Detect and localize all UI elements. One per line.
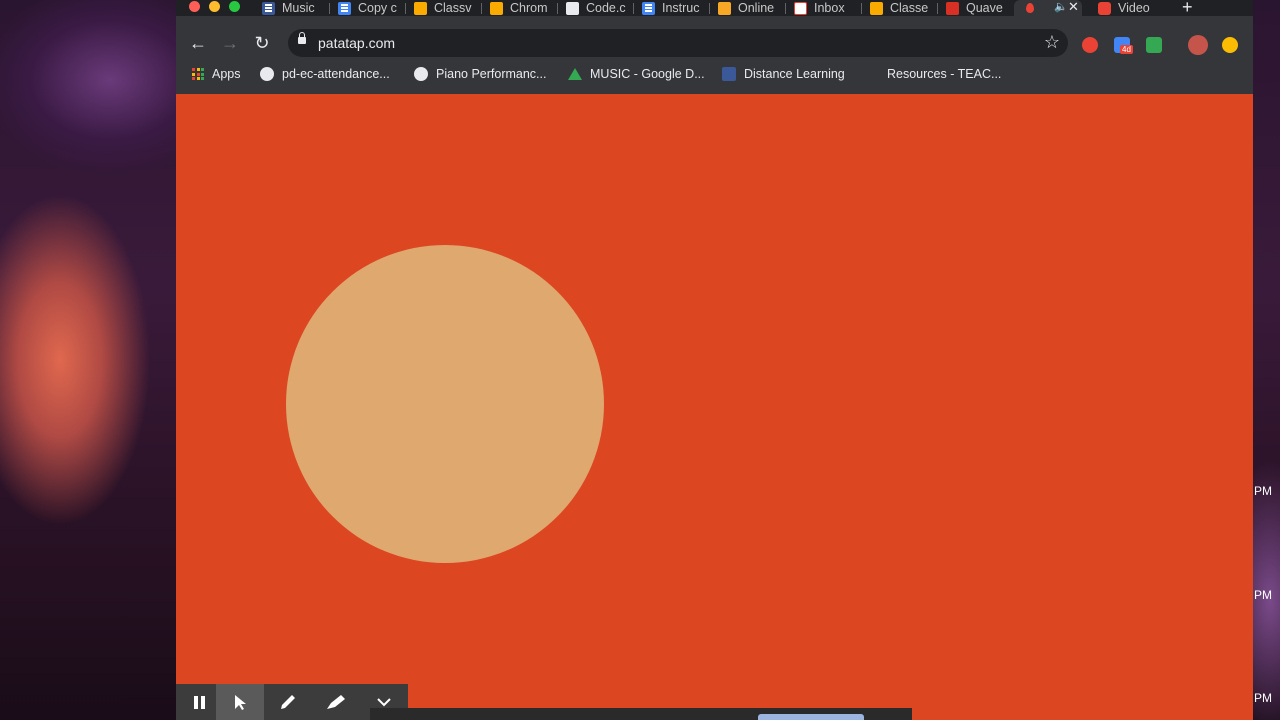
minimize-window-button[interactable] — [209, 1, 220, 12]
tab-label: Classv — [434, 1, 472, 15]
apps-grid-icon — [192, 68, 204, 80]
tab-chrome-music[interactable]: Chrom — [490, 0, 552, 16]
code-org-icon — [566, 1, 579, 15]
google-extension-icon[interactable] — [1146, 37, 1162, 53]
bookmark-label: Piano Performanc... — [436, 67, 547, 81]
extension-badge: 4d — [1120, 45, 1133, 54]
active-tab-favicon-icon — [1026, 3, 1034, 13]
tab-music[interactable]: Music — [262, 0, 324, 16]
docs-icon — [338, 1, 351, 15]
screencast-status-strip — [370, 708, 912, 720]
globe-icon — [260, 67, 274, 81]
update-icon[interactable] — [1222, 37, 1238, 53]
close-tab-icon[interactable]: ✕ — [1068, 0, 1079, 15]
classroom-icon — [414, 1, 427, 15]
pen-icon[interactable] — [264, 684, 312, 720]
tab-copy[interactable]: Copy c — [338, 0, 400, 16]
tab-label: Copy c — [358, 1, 397, 15]
calendar-extension-icon[interactable]: 4d — [1114, 37, 1133, 54]
tab-code[interactable]: Code.c — [566, 0, 628, 16]
pointer-icon[interactable] — [216, 684, 264, 720]
tab-label: Chrom — [510, 1, 548, 15]
gmail-icon — [794, 1, 807, 15]
bookmark-music-google-drive[interactable]: MUSIC - Google D... — [568, 67, 705, 81]
tab-instructions[interactable]: Instruc — [642, 0, 704, 16]
close-window-button[interactable] — [189, 1, 200, 12]
tab-classroom[interactable]: Classv — [414, 0, 476, 16]
bookmark-apps[interactable]: Apps — [192, 67, 241, 81]
tab-label: Code.c — [586, 1, 626, 15]
tab-label: Instruc — [662, 1, 700, 15]
tab-inbox[interactable]: Inbox — [794, 0, 856, 16]
tab-label: Video — [1118, 1, 1150, 15]
forward-arrow-icon[interactable]: → — [220, 33, 240, 53]
bookmarks-bar: Apps pd-ec-attendance... Piano Performan… — [176, 64, 1253, 86]
online-icon — [718, 1, 731, 15]
tab-label: Online — [738, 1, 775, 15]
bookmark-resources-teach[interactable]: Resources - TEAC... — [865, 67, 1001, 81]
globe-icon — [414, 67, 428, 81]
browser-window: Music Copy c Classv Chrom Code.c Instruc — [176, 0, 1253, 720]
url-text[interactable]: patatap.com — [318, 35, 395, 51]
bookmark-distance-learning[interactable]: Distance Learning — [722, 67, 845, 81]
chrome-music-lab-icon — [490, 1, 503, 15]
bookmark-label: Distance Learning — [744, 67, 845, 81]
blank-page-icon — [865, 67, 879, 81]
tab-strip: Music Copy c Classv Chrom Code.c Instruc — [176, 0, 1253, 17]
animated-circle-shape — [286, 245, 604, 563]
back-arrow-icon[interactable]: ← — [188, 33, 208, 53]
sites-icon — [722, 67, 736, 81]
tab-quaver[interactable]: Quave — [946, 0, 1008, 16]
speaker-icon: 🔈 — [1054, 1, 1068, 13]
profile-avatar[interactable] — [1188, 35, 1208, 55]
highlighter-icon[interactable] — [312, 684, 360, 720]
tab-label: Quave — [966, 1, 1003, 15]
tab-label: Inbox — [814, 1, 845, 15]
tab-video[interactable]: Video — [1098, 0, 1168, 16]
docs-icon — [642, 1, 655, 15]
tab-patatap-active[interactable]: 🔈 ✕ — [1014, 0, 1082, 16]
tab-label: Music — [282, 1, 315, 15]
desktop-clock-label: PM — [1254, 691, 1272, 705]
extension-red-icon[interactable] — [1082, 37, 1098, 53]
bookmark-label: Resources - TEAC... — [887, 67, 1002, 81]
status-indicator — [758, 714, 864, 720]
sites-icon — [262, 1, 275, 15]
quaver-icon — [946, 1, 959, 15]
address-bar[interactable]: patatap.com ☆ — [288, 29, 1068, 57]
desktop-clock-label: PM — [1254, 484, 1272, 498]
bookmark-label: pd-ec-attendance... — [282, 67, 390, 81]
lock-icon — [298, 32, 306, 44]
bookmark-label: MUSIC - Google D... — [590, 67, 705, 81]
reload-icon[interactable]: ↻ — [252, 33, 272, 53]
google-drive-icon — [568, 68, 582, 80]
patatap-canvas[interactable] — [176, 94, 1253, 720]
maximize-window-button[interactable] — [229, 1, 240, 12]
classroom-icon — [870, 1, 883, 15]
tab-classroom-2[interactable]: Classe — [870, 0, 932, 16]
tab-online[interactable]: Online — [718, 0, 780, 16]
bookmark-piano-performance[interactable]: Piano Performanc... — [414, 67, 546, 81]
desktop-clock-label: PM — [1254, 588, 1272, 602]
tab-label: Classe — [890, 1, 929, 15]
bookmark-star-icon[interactable]: ☆ — [1044, 32, 1060, 53]
bookmark-label: Apps — [212, 67, 241, 81]
video-icon — [1098, 1, 1111, 15]
browser-toolbar: ← → ↻ patatap.com ☆ 4d Apps pd-ec-attend… — [176, 16, 1253, 94]
bookmark-pd-ec-attendance[interactable]: pd-ec-attendance... — [260, 67, 390, 81]
